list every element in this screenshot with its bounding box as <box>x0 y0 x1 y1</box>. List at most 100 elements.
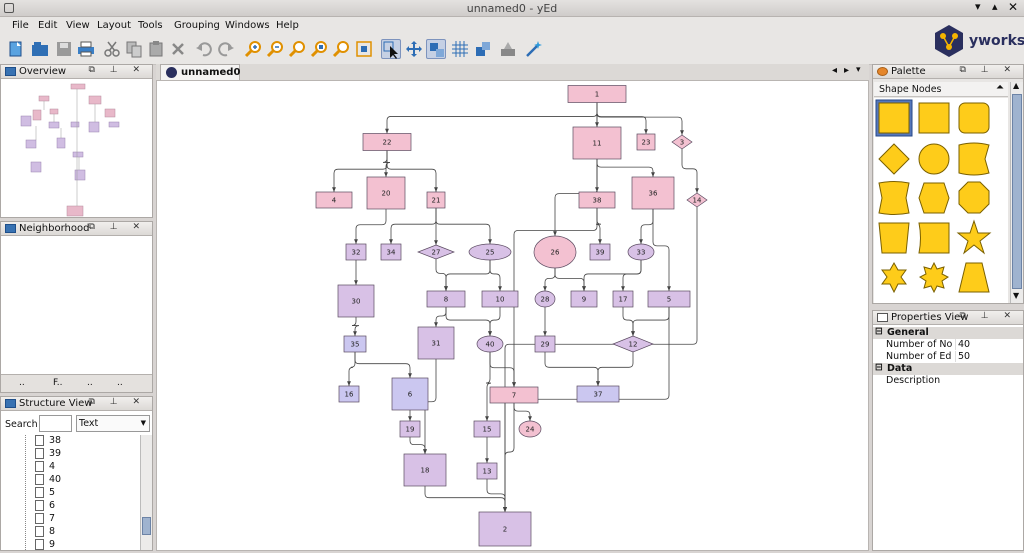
graph-node[interactable]: 24 <box>518 420 542 438</box>
palette-shape-octagon[interactable] <box>958 181 990 214</box>
close-icon[interactable]: ✕ <box>1008 0 1018 14</box>
palette-shape-wave[interactable] <box>878 181 910 215</box>
menu-layout[interactable]: Layout <box>97 20 131 31</box>
graph-node[interactable]: 31 <box>417 326 455 360</box>
graph-edge[interactable] <box>652 209 671 291</box>
snap-icon[interactable] <box>473 39 493 59</box>
graph-edge[interactable] <box>596 159 655 177</box>
graph-node[interactable]: 36 <box>631 176 675 210</box>
graph-node[interactable]: 30 <box>337 284 375 318</box>
magic-wand-icon[interactable] <box>524 39 544 59</box>
paste-button[interactable] <box>146 39 166 59</box>
graph-node[interactable]: 22 <box>362 133 412 151</box>
graph-node[interactable]: 7 <box>489 386 539 404</box>
undo-button[interactable] <box>194 39 214 59</box>
palette-shape-ellipse[interactable] <box>918 143 950 175</box>
graph-node[interactable]: 6 <box>391 377 429 411</box>
graph-node[interactable]: 2 <box>478 511 532 547</box>
menu-help[interactable]: Help <box>276 20 299 31</box>
zoom-area-icon[interactable] <box>332 39 352 59</box>
graph-edge[interactable] <box>351 317 360 336</box>
search-filter-select[interactable]: Text ▼ <box>76 415 150 432</box>
graph-node[interactable]: 26 <box>533 235 577 269</box>
graph-node[interactable]: 8 <box>426 290 466 308</box>
panel-controls[interactable]: ⧉ ⊥ ✕ <box>959 65 1017 75</box>
graph-edge[interactable] <box>554 268 586 291</box>
graph-edge[interactable] <box>485 352 492 421</box>
move-view-icon[interactable] <box>404 39 424 59</box>
selection-mode-icon[interactable] <box>426 39 446 59</box>
palette-shape-rectangle-plain[interactable] <box>918 102 950 134</box>
graph-node[interactable]: 19 <box>399 420 421 438</box>
maximize-icon[interactable]: ▴ <box>992 0 998 13</box>
tab-list-icon[interactable]: ▾ <box>856 65 861 75</box>
palette-shape-hexagon[interactable] <box>918 182 950 214</box>
graph-edge[interactable] <box>582 260 642 291</box>
graph-node[interactable]: 39 <box>589 243 611 261</box>
graph-edge[interactable] <box>354 209 387 244</box>
zoom-actual-icon[interactable] <box>288 39 308 59</box>
graph-node[interactable]: 40 <box>476 335 504 353</box>
panel-controls[interactable]: ⧉ ⊥ ✕ <box>959 311 1017 321</box>
graph-edge[interactable] <box>385 102 598 134</box>
graph-node[interactable]: 33 <box>627 243 655 261</box>
graph-node[interactable]: 1 <box>567 85 627 103</box>
menu-windows[interactable]: Windows <box>225 20 270 31</box>
copy-button[interactable] <box>124 39 144 59</box>
cut-button[interactable] <box>102 39 122 59</box>
tab-third[interactable]: .. <box>87 378 93 388</box>
zoom-in-icon[interactable] <box>244 39 264 59</box>
graph-edge[interactable] <box>631 307 670 336</box>
redo-button[interactable] <box>216 39 236 59</box>
grid-icon[interactable] <box>450 39 470 59</box>
graph-edge[interactable] <box>503 403 515 512</box>
graph-node[interactable]: 32 <box>345 243 367 261</box>
palette-shape-star6[interactable] <box>881 261 907 294</box>
properties-group-general[interactable]: ⊟ General <box>873 326 1023 339</box>
zoom-out-icon[interactable] <box>266 39 286 59</box>
graph-node[interactable]: 4 <box>315 191 353 209</box>
graph-edge[interactable] <box>354 352 412 378</box>
menu-tools[interactable]: Tools <box>138 20 163 31</box>
structure-scrollbar[interactable] <box>140 435 152 550</box>
graph-edge[interactable] <box>444 260 491 291</box>
graph-edge[interactable] <box>347 352 356 386</box>
graph-node[interactable]: 14 <box>686 192 708 208</box>
graph-edge[interactable] <box>543 268 556 291</box>
edit-mode-icon[interactable] <box>381 39 401 59</box>
palette-shape-flag[interactable] <box>958 142 990 176</box>
graph-node[interactable]: 23 <box>636 133 656 151</box>
tab-unnamed0[interactable]: unnamed0 <box>160 64 240 80</box>
graph-node[interactable]: 21 <box>426 191 446 209</box>
palette-shape-trapezoid[interactable] <box>878 222 910 254</box>
delete-button[interactable] <box>168 39 188 59</box>
graph-edge[interactable] <box>544 352 600 386</box>
graph-edge[interactable] <box>639 209 654 244</box>
palette-shape-star8[interactable] <box>919 261 949 294</box>
graph-node[interactable]: 38 <box>578 191 616 209</box>
minimize-icon[interactable]: ▾ <box>975 0 981 13</box>
palette-shape-star5[interactable] <box>956 219 992 255</box>
graph-node[interactable]: 37 <box>576 385 620 403</box>
palette-scroll-thumb[interactable] <box>1012 94 1022 289</box>
graph-edge[interactable] <box>488 307 501 336</box>
menu-view[interactable]: View <box>66 20 90 31</box>
open-button[interactable] <box>30 39 50 59</box>
graph-edge[interactable] <box>489 260 502 291</box>
graph-node[interactable]: 29 <box>534 335 556 353</box>
graph-node[interactable]: 5 <box>647 290 691 308</box>
scroll-down-icon[interactable]: ▼ <box>1013 291 1019 300</box>
menu-grouping[interactable]: Grouping <box>174 20 220 31</box>
graph-canvas[interactable]: 1 22 11 23 3 4 20 21 38 36 14 32 34 27 25 26 39 33 30 8 10 28… <box>156 80 869 551</box>
graph-edge[interactable] <box>489 352 516 387</box>
palette-scrollbar[interactable]: ▲ ▼ <box>1010 81 1023 303</box>
tab-scroll-left-icon[interactable]: ◂ <box>832 65 837 76</box>
palette-shape-diamond[interactable] <box>878 143 910 175</box>
graph-edge[interactable] <box>681 149 699 193</box>
layout-icon[interactable] <box>498 39 518 59</box>
graph-node[interactable]: 27 <box>417 244 455 260</box>
scrollbar-thumb[interactable] <box>142 517 151 535</box>
properties-group-data[interactable]: ⊟ Data <box>873 362 1023 375</box>
graph-node[interactable]: 20 <box>366 176 406 210</box>
overview-minimap[interactable] <box>11 82 143 217</box>
